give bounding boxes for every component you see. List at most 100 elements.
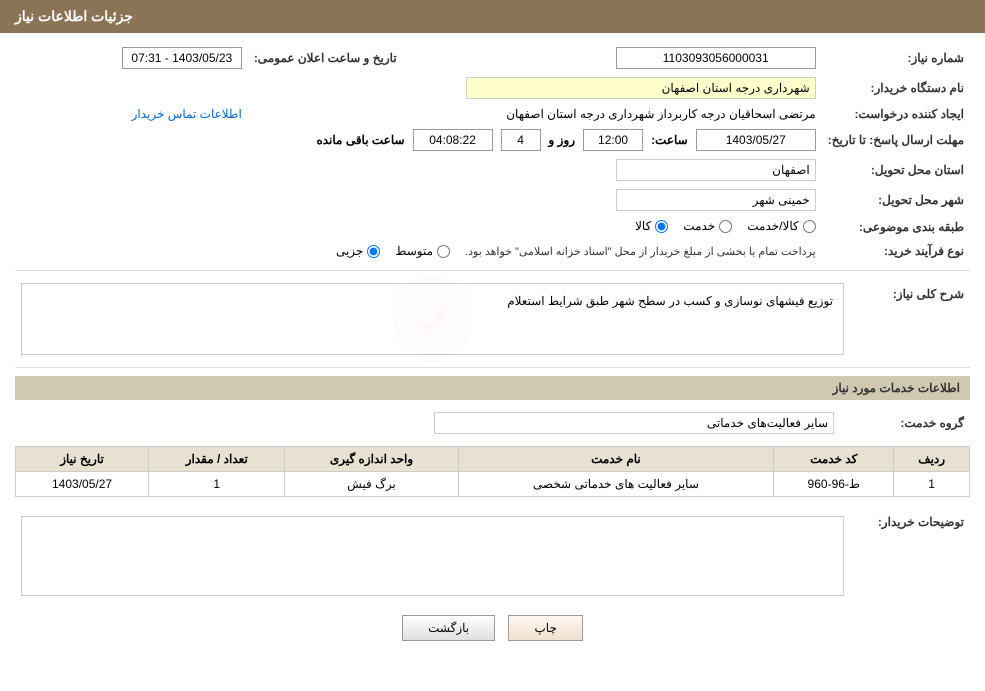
radio-jozi-input[interactable]: [367, 245, 380, 258]
province-value: اصفهان: [15, 155, 822, 185]
divider-2: [15, 367, 970, 368]
col-service-code: کد خدمت: [774, 447, 894, 472]
table-row: شهر محل تحویل: خمینی شهر: [15, 185, 970, 215]
province-field: اصفهان: [616, 159, 816, 181]
buyer-notes-label: توضیحات خریدار:: [850, 507, 970, 600]
deadline-row: 1403/05/27 ساعت: 12:00 روز و 4 04:08:22 …: [15, 125, 822, 155]
table-cell: برگ فیش: [285, 472, 458, 497]
radio-motavaset-label: متوسط: [395, 244, 433, 258]
content-area: شماره نیاز: 1103093056000031 تاریخ و ساع…: [0, 33, 985, 666]
services-section: اطلاعات خدمات مورد نیاز گروه خدمت: سایر …: [15, 376, 970, 497]
page-title: جزئیات اطلاعات نیاز: [15, 8, 133, 24]
table-row: نوع فرآیند خرید: پرداخت تمام یا بخشی از …: [15, 240, 970, 263]
table-row: طبقه بندی موضوعی: کالا/خدمت خدمت: [15, 215, 970, 240]
deadline-remaining-field: 04:08:22: [413, 129, 493, 151]
service-group-label: گروه خدمت:: [840, 408, 970, 438]
page-header: جزئیات اطلاعات نیاز: [0, 0, 985, 33]
radio-motavaset-input[interactable]: [437, 245, 450, 258]
services-section-title: اطلاعات خدمات مورد نیاز: [15, 376, 970, 400]
radio-kala-khedmat: کالا/خدمت: [747, 219, 815, 233]
buyer-org-value: شهرداری درجه استان اصفهان: [15, 73, 822, 103]
col-service-name: نام خدمت: [458, 447, 774, 472]
description-table: شرح کلی نیاز: توزیع فیشهای نوسازی و کسب …: [15, 279, 970, 359]
page-container: جزئیات اطلاعات نیاز شماره نیاز: 11030930…: [0, 0, 985, 691]
deadline-label: مهلت ارسال پاسخ: تا تاریخ:: [822, 125, 970, 155]
radio-kala-khedmat-input[interactable]: [803, 220, 816, 233]
radio-kala-khedmat-label: کالا/خدمت: [747, 219, 798, 233]
table-row: توضیحات خریدار:: [15, 507, 970, 600]
deadline-time-field: 12:00: [583, 129, 643, 151]
process-radio-group: پرداخت تمام یا بخشی از مبلغ خریدار از مح…: [336, 244, 816, 258]
requester-text: مرتضی اسحاقیان درجه کاربرداز شهرداری درج…: [506, 107, 815, 121]
category-label: طبقه بندی موضوعی:: [822, 215, 970, 240]
table-cell: 1: [894, 472, 970, 497]
print-button[interactable]: چاپ: [508, 615, 582, 641]
category-row: کالا/خدمت خدمت کالا: [15, 215, 822, 240]
table-cell: 1: [149, 472, 285, 497]
city-value: خمینی شهر: [15, 185, 822, 215]
table-row: ایجاد کننده درخواست: مرتضی اسحاقیان درجه…: [15, 103, 970, 125]
radio-khedmat-input[interactable]: [719, 220, 732, 233]
announcement-field: 1403/05/23 - 07:31: [122, 47, 242, 69]
table-row: گروه خدمت: سایر فعالیت‌های خدماتی: [15, 408, 970, 438]
table-cell: 1403/05/27: [16, 472, 149, 497]
table-row: استان محل تحویل: اصفهان: [15, 155, 970, 185]
deadline-days-field: 4: [501, 129, 541, 151]
radio-jozi: جزیی: [336, 244, 380, 258]
shield-watermark-icon: [373, 269, 493, 369]
category-radio-group: کالا/خدمت خدمت کالا: [635, 219, 816, 233]
table-cell: سایر فعالیت های خدماتی شخصی: [458, 472, 774, 497]
notes-table: توضیحات خریدار:: [15, 507, 970, 600]
service-group-field: سایر فعالیت‌های خدماتی: [434, 412, 834, 434]
province-label: استان محل تحویل:: [822, 155, 970, 185]
announcement-label: تاریخ و ساعت اعلان عمومی:: [248, 43, 428, 73]
table-cell: ط-96-960: [774, 472, 894, 497]
need-number-label: شماره نیاز:: [822, 43, 970, 73]
service-group-table: گروه خدمت: سایر فعالیت‌های خدماتی: [15, 408, 970, 438]
description-content: توزیع فیشهای نوسازی و کسب در سطح شهر طبق…: [27, 289, 838, 349]
service-group-value: سایر فعالیت‌های خدماتی: [15, 408, 840, 438]
services-table-body: 1ط-96-960سایر فعالیت های خدماتی شخصیبرگ …: [16, 472, 970, 497]
radio-jozi-label: جزیی: [336, 244, 363, 258]
table-row: شماره نیاز: 1103093056000031 تاریخ و ساع…: [15, 43, 970, 73]
buyer-org-field: شهرداری درجه استان اصفهان: [466, 77, 816, 99]
main-info-table: شماره نیاز: 1103093056000031 تاریخ و ساع…: [15, 43, 970, 262]
deadline-remaining-label: ساعت باقی مانده: [316, 133, 404, 147]
description-field: توزیع فیشهای نوسازی و کسب در سطح شهر طبق…: [21, 283, 844, 355]
deadline-date-field: 1403/05/27: [696, 129, 816, 151]
buyer-notes-cell: [15, 507, 850, 600]
process-row: پرداخت تمام یا بخشی از مبلغ خریدار از مح…: [15, 240, 822, 263]
divider-1: [15, 270, 970, 271]
description-cell: توزیع فیشهای نوسازی و کسب در سطح شهر طبق…: [15, 279, 850, 359]
col-unit: واحد اندازه گیری: [285, 447, 458, 472]
radio-motavaset: متوسط: [395, 244, 450, 258]
need-number-value: 1103093056000031: [448, 43, 822, 73]
radio-kala: کالا: [635, 219, 668, 233]
contact-link-cell: اطلاعات تماس خریدار: [15, 103, 248, 125]
col-quantity: تعداد / مقدار: [149, 447, 285, 472]
table-row: نام دستگاه خریدار: شهرداری درجه استان اص…: [15, 73, 970, 103]
table-row: شرح کلی نیاز: توزیع فیشهای نوسازی و کسب …: [15, 279, 970, 359]
process-label: نوع فرآیند خرید:: [822, 240, 970, 263]
buyer-notes-field[interactable]: [21, 516, 844, 596]
description-label: شرح کلی نیاز:: [850, 279, 970, 359]
need-number-field: 1103093056000031: [616, 47, 816, 69]
process-note-text: پرداخت تمام یا بخشی از مبلغ خریدار از مح…: [465, 245, 816, 258]
col-date: تاریخ نیاز: [16, 447, 149, 472]
announcement-value: 1403/05/23 - 07:31: [15, 43, 248, 73]
services-data-table: ردیف کد خدمت نام خدمت واحد اندازه گیری ت…: [15, 446, 970, 497]
radio-kala-input[interactable]: [655, 220, 668, 233]
radio-khedmat-label: خدمت: [683, 219, 715, 233]
buttons-area: چاپ بازگشت: [15, 615, 970, 641]
deadline-days-label: روز و: [549, 133, 576, 147]
city-label: شهر محل تحویل:: [822, 185, 970, 215]
table-row: مهلت ارسال پاسخ: تا تاریخ: 1403/05/27 سا…: [15, 125, 970, 155]
radio-khedmat: خدمت: [683, 219, 732, 233]
back-button[interactable]: بازگشت: [402, 615, 495, 641]
description-text: توزیع فیشهای نوسازی و کسب در سطح شهر طبق…: [27, 289, 838, 313]
table-row: 1ط-96-960سایر فعالیت های خدماتی شخصیبرگ …: [16, 472, 970, 497]
city-field: خمینی شهر: [616, 189, 816, 211]
contact-link[interactable]: اطلاعات تماس خریدار: [132, 107, 242, 121]
radio-kala-label: کالا: [635, 219, 651, 233]
table-header-row: ردیف کد خدمت نام خدمت واحد اندازه گیری ت…: [16, 447, 970, 472]
